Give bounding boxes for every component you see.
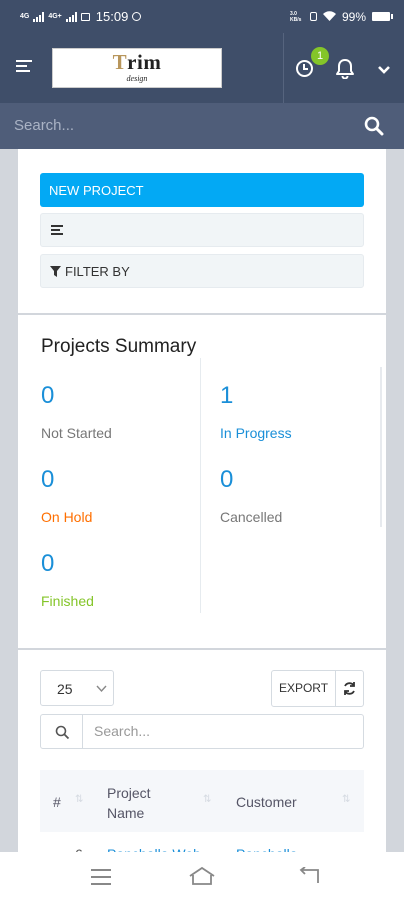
not-started-count[interactable]: 0 xyxy=(41,382,54,410)
sim-icon xyxy=(80,12,90,21)
app-header: Trim design 1 xyxy=(0,33,404,103)
home-icon[interactable] xyxy=(188,866,216,891)
export-button[interactable]: EXPORT xyxy=(271,670,336,707)
timer-badge: 1 xyxy=(311,47,329,65)
finished-count[interactable]: 0 xyxy=(41,550,54,578)
page-size-select[interactable]: 25 xyxy=(40,670,114,706)
logo[interactable]: Trim design xyxy=(52,48,222,88)
data-speed-label: 3.0 KB/s xyxy=(289,10,302,23)
list-icon xyxy=(51,225,63,237)
search-icon[interactable] xyxy=(364,116,384,141)
back-icon[interactable] xyxy=(298,866,320,890)
logo-subtitle: design xyxy=(126,74,148,83)
column-id[interactable]: # xyxy=(53,794,61,810)
filter-icon xyxy=(50,264,61,280)
summary-scrollbar[interactable] xyxy=(380,367,382,527)
timer-icon[interactable] xyxy=(296,60,313,77)
filter-by-label: FILTER BY xyxy=(65,264,130,279)
column-project-name[interactable]: Project Name xyxy=(107,783,177,823)
new-project-button[interactable]: NEW PROJECT xyxy=(40,173,364,207)
page-size-value: 25 xyxy=(57,681,73,697)
signal-icon xyxy=(33,11,45,22)
actions-panel: NEW PROJECT FILTER BY xyxy=(18,149,386,313)
network-type-label-2: 4G+ xyxy=(48,13,62,20)
wifi-icon xyxy=(322,10,336,24)
table-header: # ⇅ Project Name ⇅ Customer ⇅ xyxy=(40,770,364,832)
table-search-addon xyxy=(40,714,83,749)
chevron-down-icon[interactable] xyxy=(377,62,391,80)
clock-time: 15:09 xyxy=(95,9,129,24)
on-hold-count[interactable]: 0 xyxy=(41,466,54,494)
not-started-label: Not Started xyxy=(41,425,112,441)
header-divider xyxy=(283,33,284,103)
battery-icon xyxy=(372,12,393,21)
column-customer[interactable]: Customer xyxy=(236,794,297,810)
battery-percent: 99% xyxy=(341,9,366,24)
summary-title: Projects Summary xyxy=(41,336,197,357)
sort-icon: ⇅ xyxy=(342,794,351,805)
refresh-button[interactable] xyxy=(335,670,364,707)
summary-divider xyxy=(200,358,201,613)
filter-by-button[interactable]: FILTER BY xyxy=(40,254,364,288)
table-search-input[interactable]: Search... xyxy=(82,714,364,749)
network-type-label: 4G xyxy=(20,13,30,20)
search-input[interactable]: Search... xyxy=(14,117,74,134)
menu-icon[interactable] xyxy=(16,60,32,74)
logo-title: rim xyxy=(127,50,162,74)
finished-label: Finished xyxy=(41,593,94,609)
in-progress-count[interactable]: 1 xyxy=(220,382,233,410)
whatsapp-icon xyxy=(132,12,142,21)
chevron-down-icon xyxy=(96,685,107,693)
refresh-icon xyxy=(344,682,355,695)
mute-icon xyxy=(309,12,317,21)
sort-icon: ⇅ xyxy=(203,794,212,805)
bell-icon[interactable] xyxy=(335,58,355,84)
projects-summary: Projects Summary 0 Not Started 1 In Prog… xyxy=(18,315,386,648)
android-nav-bar xyxy=(0,852,404,900)
sort-icon: ⇅ xyxy=(75,794,84,805)
list-view-button[interactable] xyxy=(40,213,364,247)
cancelled-count[interactable]: 0 xyxy=(220,466,233,494)
search-icon xyxy=(55,725,70,740)
on-hold-label: On Hold xyxy=(41,509,93,525)
in-progress-label: In Progress xyxy=(220,425,292,441)
status-bar: 4G 4G+ 15:09 3.0 KB/s 99% xyxy=(0,0,404,33)
cancelled-label: Cancelled xyxy=(220,509,283,525)
logo-initial: T xyxy=(112,50,128,74)
signal-icon-2 xyxy=(65,11,77,22)
global-search[interactable]: Search... xyxy=(0,103,404,149)
recent-apps-icon[interactable] xyxy=(91,869,111,890)
